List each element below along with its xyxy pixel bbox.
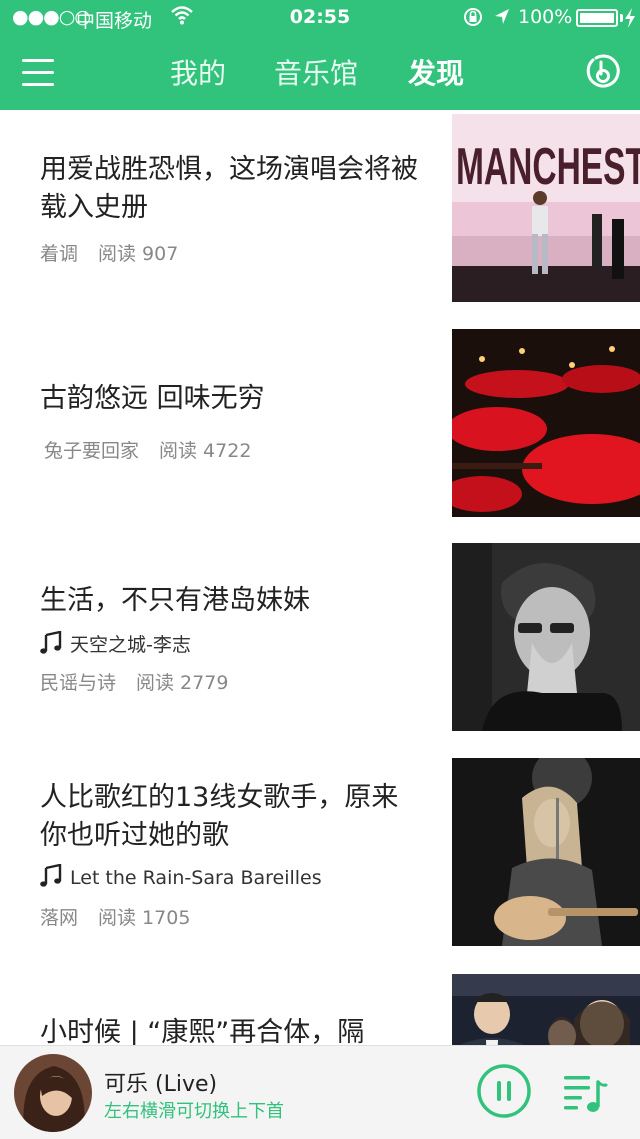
tab-mine[interactable]: 我的 [170, 52, 226, 92]
card-meta: 兔子要回家 阅读 4722 [44, 436, 251, 463]
card-read-count: 阅读 4722 [159, 440, 252, 462]
music-note-icon [40, 864, 62, 887]
card-read-count: 阅读 1705 [98, 907, 191, 929]
card-author: 落网 [40, 907, 79, 929]
location-icon [493, 6, 511, 33]
battery-tip [620, 14, 623, 22]
card-author: 着调 [40, 243, 79, 265]
card-song: 天空之城-李志 [40, 630, 191, 657]
card-title: 古韵悠远 回味无穷 [40, 383, 265, 414]
feed-card[interactable]: 生活，不只有港岛妹妹 天空之城-李志 民谣与诗 阅读 2779 [0, 542, 640, 757]
card-meta: 民谣与诗 阅读 2779 [40, 668, 228, 695]
discover-feed[interactable]: 用爱战胜恐惧，这场演唱会将被载入史册 着调 阅读 907 MANCHEST 古韵悠… [0, 110, 640, 1045]
feed-card[interactable]: 用爱战胜恐惧，这场演唱会将被载入史册 着调 阅读 907 MANCHEST [0, 110, 640, 325]
now-playing-cover[interactable] [14, 1054, 92, 1132]
card-author: 民谣与诗 [40, 672, 117, 694]
card-song-name: Let the Rain-Sara Bareilles [70, 867, 322, 889]
hamburger-menu-icon[interactable] [22, 56, 56, 90]
rotation-lock-icon [462, 6, 484, 33]
battery-percentage: 100% [518, 6, 573, 28]
feed-card[interactable]: 古韵悠远 回味无穷 兔子要回家 阅读 4722 [0, 326, 640, 541]
card-song: Let the Rain-Sara Bareilles [40, 864, 322, 889]
pause-icon[interactable] [476, 1063, 532, 1119]
card-thumbnail: MANCHEST [452, 114, 640, 302]
card-meta: 着调 阅读 907 [40, 239, 178, 266]
music-recognition-icon[interactable] [584, 52, 622, 90]
music-note-icon [40, 631, 62, 654]
card-song-name: 天空之城-李志 [70, 634, 191, 656]
feed-card[interactable]: 人比歌红的13线女歌手，原来你也听过她的歌 Let the Rain-Sara … [0, 758, 640, 973]
card-thumbnail [452, 543, 640, 731]
feed-card[interactable]: 小时候 | “康熙”再合体，隔 [0, 974, 640, 1045]
battery-level-fill [580, 13, 614, 23]
card-title: 小时候 | “康熙”再合体，隔 [40, 1017, 365, 1045]
thumbnail-banner-text: MANCHEST [456, 138, 640, 196]
app-header: ●●●○○ 中国移动 02:55 100% 我的 音乐馆 发现 [0, 0, 640, 110]
card-title: 人比歌红的13线女歌手，原来你也听过她的歌 [40, 782, 399, 851]
card-meta: 落网 阅读 1705 [40, 903, 190, 930]
tab-discover[interactable]: 发现 [408, 52, 464, 92]
card-read-count: 阅读 2779 [136, 672, 229, 694]
card-thumbnail [452, 758, 640, 946]
now-playing-title: 可乐 (Live) [104, 1072, 218, 1097]
card-author: 兔子要回家 [44, 440, 140, 462]
swipe-hint: 左右横滑可切换上下首 [104, 1101, 284, 1122]
status-bar: ●●●○○ 中国移动 02:55 100% [0, 0, 640, 36]
card-title: 生活，不只有港岛妹妹 [40, 585, 310, 616]
card-thumbnail [452, 329, 640, 517]
mini-player[interactable]: 可乐 (Live) 左右横滑可切换上下首 [0, 1045, 640, 1139]
tab-music-hall[interactable]: 音乐馆 [274, 52, 358, 92]
battery-icon [576, 9, 618, 27]
playlist-icon[interactable] [562, 1070, 608, 1116]
card-title: 用爱战胜恐惧，这场演唱会将被载入史册 [40, 154, 418, 223]
card-read-count: 阅读 907 [98, 243, 179, 265]
card-thumbnail [452, 974, 640, 1045]
charging-bolt-icon [624, 8, 636, 32]
